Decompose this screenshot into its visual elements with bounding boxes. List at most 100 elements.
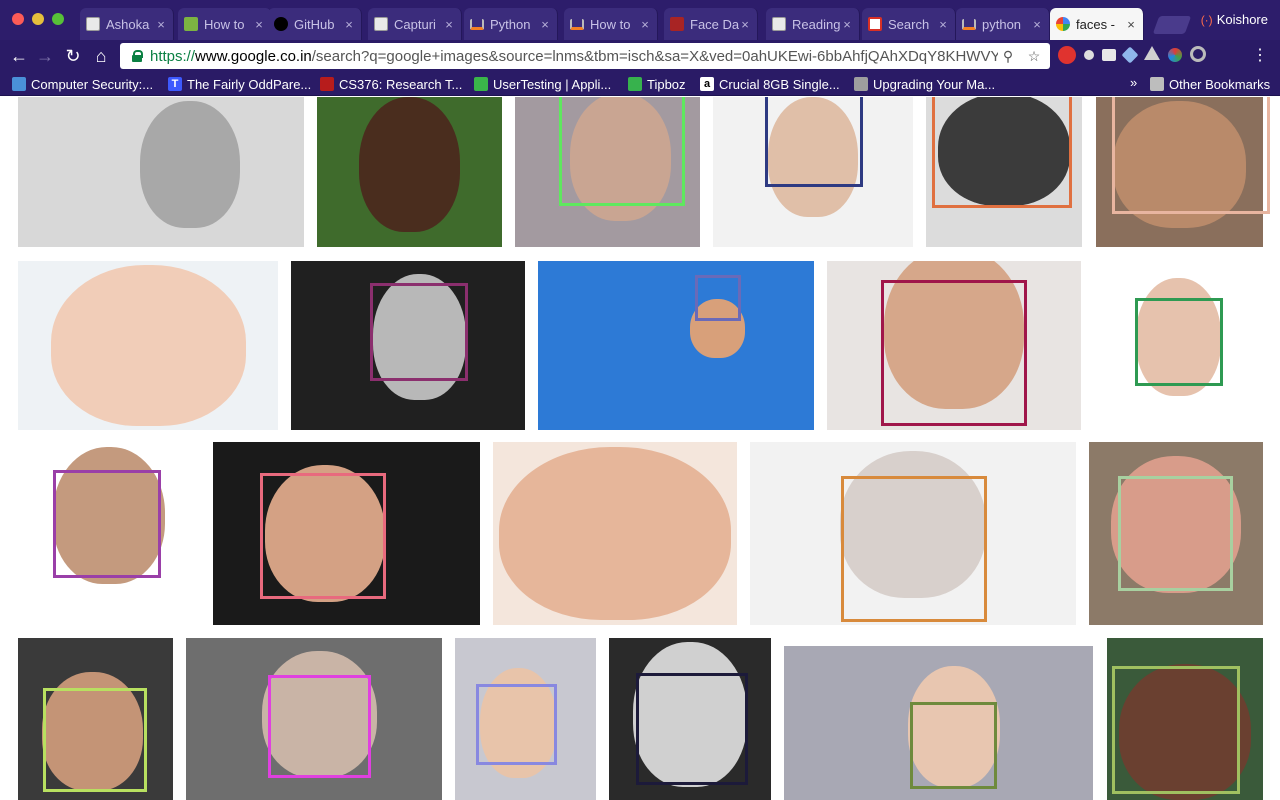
drive-extension-icon[interactable] xyxy=(1144,46,1160,60)
stackoverflow-icon xyxy=(470,18,484,30)
tab-title: Ashoka xyxy=(106,16,150,32)
tab-title: Face Da xyxy=(690,16,739,32)
bookmark-label: Computer Security:... xyxy=(31,76,154,92)
bookmark-item[interactable]: UserTesting | Appli... xyxy=(474,75,611,93)
document-icon xyxy=(86,17,100,31)
face-detection-box xyxy=(1135,298,1223,386)
extension-dot-icon[interactable] xyxy=(1084,50,1094,60)
image-result-thumbnail[interactable] xyxy=(493,442,737,625)
apple-icon xyxy=(854,77,868,91)
face-detection-box xyxy=(476,684,557,765)
tab-close-icon[interactable]: × xyxy=(253,17,265,32)
bookmark-icon xyxy=(12,77,26,91)
google-icon xyxy=(1056,17,1070,31)
image-result-thumbnail[interactable] xyxy=(18,97,304,247)
tab-close-icon[interactable]: × xyxy=(343,17,355,32)
extensions-area xyxy=(1058,46,1206,66)
image-result-thumbnail[interactable] xyxy=(317,97,502,247)
face-detection-box xyxy=(43,688,147,792)
browser-tab[interactable]: Search × xyxy=(862,8,956,40)
url-text[interactable]: https://www.google.co.in/search?q=google… xyxy=(150,48,998,65)
tab-close-icon[interactable]: × xyxy=(1125,17,1137,32)
back-button[interactable]: ← xyxy=(8,45,30,67)
window-maximize-button[interactable] xyxy=(52,13,64,25)
bookmark-item[interactable]: T The Fairly OddPare... xyxy=(168,75,311,93)
tab-title: Search xyxy=(888,16,930,32)
extension-window-icon[interactable] xyxy=(1102,49,1116,61)
bookmark-item[interactable]: Upgrading Your Ma... xyxy=(854,75,995,93)
forward-button[interactable]: → xyxy=(34,45,56,67)
tab-close-icon[interactable]: × xyxy=(937,17,949,32)
facedata-icon xyxy=(670,17,684,31)
face-photo xyxy=(358,97,461,232)
profile-name: Koishore xyxy=(1216,12,1268,27)
image-result-thumbnail[interactable] xyxy=(18,261,278,430)
bookmark-item[interactable]: CS376: Research T... xyxy=(320,75,462,93)
face-photo xyxy=(499,446,731,621)
browser-tab[interactable]: GitHub × xyxy=(268,8,362,40)
browser-tab[interactable]: How to × xyxy=(178,8,272,40)
browser-tab[interactable]: How to × xyxy=(564,8,658,40)
document-icon xyxy=(374,17,388,31)
profile-icon: (·) xyxy=(1200,13,1213,27)
tab-close-icon[interactable]: × xyxy=(1031,17,1043,32)
profile-button[interactable]: (·) Koishore xyxy=(1201,12,1268,27)
browser-toolbar: ← → ↻ ⌂ https://www.google.co.in/search?… xyxy=(0,40,1280,72)
home-button[interactable]: ⌂ xyxy=(90,45,112,67)
document-icon xyxy=(772,17,786,31)
new-tab-button[interactable] xyxy=(1152,16,1192,34)
bookmarks-overflow-button[interactable]: » xyxy=(1130,75,1137,90)
tab-close-icon[interactable]: × xyxy=(739,17,751,32)
face-detection-box xyxy=(1112,97,1270,214)
face-detection-box xyxy=(881,280,1027,426)
window-minimize-button[interactable] xyxy=(32,13,44,25)
browser-tab[interactable]: Ashoka × xyxy=(80,8,174,40)
browser-tab[interactable]: Reading × xyxy=(766,8,860,40)
tab-close-icon[interactable]: × xyxy=(155,17,167,32)
face-detection-box xyxy=(695,275,741,321)
tab-close-icon[interactable]: × xyxy=(443,17,455,32)
browser-tab[interactable]: Face Da × xyxy=(664,8,758,40)
face-detection-box xyxy=(932,97,1072,208)
tab-close-icon[interactable]: × xyxy=(841,17,853,32)
browser-tab[interactable]: Capturi × xyxy=(368,8,462,40)
adblock-extension-icon[interactable] xyxy=(1058,46,1076,64)
tab-strip: Ashoka × How to × GitHub × Capturi × Python × How … xyxy=(0,0,1280,40)
t-icon: T xyxy=(168,77,182,91)
reload-button[interactable]: ↻ xyxy=(62,45,84,67)
dropbox-extension-icon[interactable] xyxy=(1121,46,1139,64)
tab-title: How to xyxy=(590,16,631,32)
zoom-icon[interactable]: ⚲ xyxy=(998,48,1018,65)
github-icon xyxy=(274,17,288,31)
browser-tab[interactable]: faces - × xyxy=(1050,8,1144,40)
face-detection-box xyxy=(260,473,386,599)
image-result-thumbnail[interactable] xyxy=(538,261,814,430)
other-bookmarks-button[interactable]: Other Bookmarks xyxy=(1150,75,1270,93)
address-bar[interactable]: https://www.google.co.in/search?q=google… xyxy=(120,43,1050,69)
tab-list: Ashoka × How to × GitHub × Capturi × Python × How … xyxy=(80,8,1180,40)
bookmark-label: Crucial 8GB Single... xyxy=(719,76,840,92)
browser-tab[interactable]: python × xyxy=(956,8,1050,40)
face-detection-box xyxy=(636,673,748,785)
tab-title: faces - xyxy=(1076,16,1116,32)
face-detection-box xyxy=(370,283,468,381)
bookmark-item[interactable]: Computer Security:... xyxy=(12,75,153,93)
tab-title: Reading xyxy=(792,16,841,32)
bookmark-star-icon[interactable]: ☆ xyxy=(1024,48,1044,65)
tab-title: Capturi xyxy=(394,16,436,32)
colorpicker-extension-icon[interactable] xyxy=(1168,48,1182,62)
tab-title: How to xyxy=(204,16,245,32)
chrome-menu-icon[interactable]: ⋮ xyxy=(1252,46,1268,66)
extension-ring-icon[interactable] xyxy=(1190,46,1206,62)
bookmark-label: UserTesting | Appli... xyxy=(493,76,612,92)
browser-tab[interactable]: Python × xyxy=(464,8,558,40)
bookmark-item[interactable]: a Crucial 8GB Single... xyxy=(700,75,840,93)
tab-close-icon[interactable]: × xyxy=(639,17,651,32)
window-close-button[interactable] xyxy=(12,13,24,25)
bookmark-item[interactable]: Tipboz xyxy=(628,75,686,93)
usertesting-icon xyxy=(474,77,488,91)
face-photo xyxy=(139,100,240,229)
face-detection-box xyxy=(910,702,997,789)
tab-close-icon[interactable]: × xyxy=(539,17,551,32)
face-detection-box xyxy=(841,476,987,622)
